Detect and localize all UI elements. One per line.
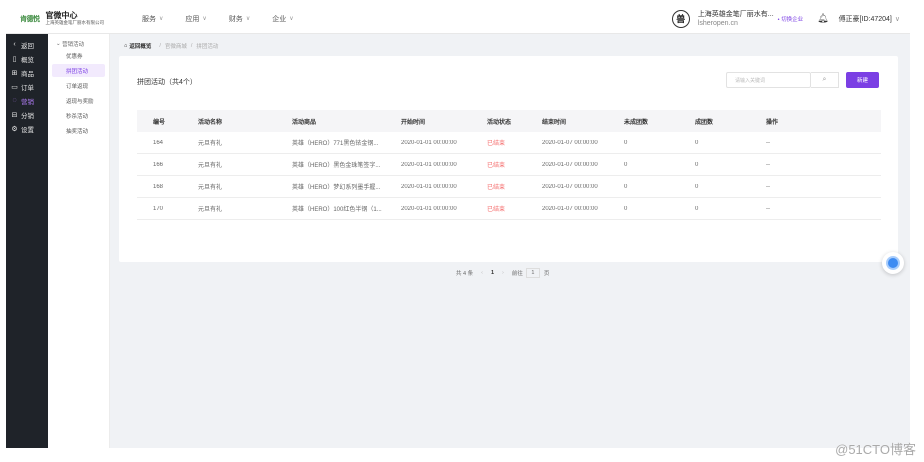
settings-icon: ⚙ <box>11 125 18 133</box>
primary-sidebar: ‹ 返回 ▯ 概览 ⊞ 商品 ▭ 订单 ◌ 营销 ⊟ 分销 ⚙ 设置 <box>6 34 48 448</box>
chevron-down-icon: ∨ <box>894 15 900 23</box>
top-bar: 肯德悦 官微中心 上海英雄金笔厂丽水有限公司 服务 ∨ 应用 ∨ 财务 ∨ 企业 ∨ 兽… <box>6 4 910 34</box>
switch-org-link[interactable]: • 切换企业 <box>778 15 803 23</box>
status-badge: 已结束 <box>487 185 506 191</box>
chevron-down-icon: ∨ <box>245 16 251 22</box>
sidebar-item-goods[interactable]: ⊞ 商品 <box>6 66 48 79</box>
home-icon: ⌂ <box>124 43 128 49</box>
marketing-icon: ◌ <box>12 97 17 104</box>
nav-apps[interactable]: 应用 ∨ <box>185 14 206 24</box>
pagination: 共 4 条 ‹ 1 › 前往 1 页 <box>456 268 557 278</box>
breadcrumb-item[interactable]: 官微商城 <box>165 42 187 50</box>
activity-card: 拼团活动（共4个） 请输入关键词 ⌕ 新建 编号 活动名称 活动商品 开始时间 … <box>119 56 898 278</box>
nav-service[interactable]: 服务 ∨ <box>142 14 163 24</box>
sidebar-item-flash-sale[interactable]: 秒杀活动 <box>52 109 105 122</box>
org-name: 上海英雄金笔厂丽水有... <box>697 10 774 18</box>
brand[interactable]: 肯德悦 官微中心 上海英雄金笔厂丽水有限公司 <box>6 11 110 26</box>
order-icon: ▭ <box>11 83 18 91</box>
table-row: 164 元旦有礼 英雄（HERO）771黑色铱金钢... 2020-01-01 … <box>137 132 881 154</box>
back-icon: ‹ <box>13 41 16 48</box>
breadcrumb-item: 拼团活动 <box>196 44 219 50</box>
status-badge: 已结束 <box>487 163 506 169</box>
prev-page-button[interactable]: ‹ <box>481 270 483 276</box>
sidebar-item-back[interactable]: ‹ 返回 <box>6 38 48 51</box>
sidebar-item-order-cashback[interactable]: 订单返现 <box>52 79 105 92</box>
sidebar-item-group-buy[interactable]: 拼团活动 <box>52 64 105 77</box>
sidebar-item-cashback-rewards[interactable]: 返现与奖励 <box>52 94 105 107</box>
new-button[interactable]: 新建 <box>846 72 879 88</box>
search-input[interactable]: 请输入关键词 <box>726 72 811 88</box>
nav-enterprise[interactable]: 企业 ∨ <box>272 14 293 24</box>
sidebar-item-distribution[interactable]: ⊟ 分销 <box>6 108 48 121</box>
page-suffix: 页 <box>543 271 550 277</box>
sidebar-item-marketing[interactable]: ◌ 营销 <box>6 94 48 107</box>
chevron-down-icon: ∨ <box>289 16 294 22</box>
watermark: @51CTO博客 <box>835 442 916 457</box>
pagination-total: 共 4 条 <box>456 271 474 277</box>
table-row: 170 元旦有礼 英雄（HERO）100红色半钢（1... 2020-01-01… <box>137 198 881 220</box>
table-header: 编号 活动名称 活动商品 开始时间 活动状态 结束时间 未成团数 成团数 操作 <box>137 110 881 132</box>
bell-icon[interactable]: 🔔︎ <box>817 13 828 24</box>
goto-page-input[interactable]: 1 <box>525 268 540 278</box>
sidebar-item-settings[interactable]: ⚙ 设置 <box>6 122 48 135</box>
customer-service-icon <box>886 256 900 270</box>
brand-logo: 肯德悦 <box>20 15 40 23</box>
sidebar-item-lottery[interactable]: 抽奖活动 <box>52 124 105 137</box>
next-page-button[interactable]: › <box>502 270 504 276</box>
company-short-name: 上海英雄金笔厂丽水有限公司 <box>45 20 105 25</box>
app-title: 官微中心 <box>45 11 78 20</box>
search-icon: ⌕ <box>822 76 827 83</box>
search-button[interactable]: ⌕ <box>811 72 839 88</box>
distribution-icon: ⊟ <box>11 111 18 119</box>
help-float-button[interactable] <box>882 252 904 274</box>
goods-icon: ⊞ <box>11 69 18 77</box>
chevron-down-icon: ∨ <box>202 16 207 22</box>
chevron-down-icon: ∨ <box>159 16 164 22</box>
activity-table: 编号 活动名称 活动商品 开始时间 活动状态 结束时间 未成团数 成团数 操作 … <box>137 110 881 220</box>
status-badge: 已结束 <box>487 207 506 213</box>
user-menu[interactable]: 傅正豪[ID:47204] ∨ <box>839 14 900 24</box>
breadcrumb: ⌂ 返回概览 / 官微商城 / 拼团活动 <box>124 42 219 50</box>
org-seal-icon: 兽 <box>671 9 690 28</box>
table-row: 166 元旦有礼 英雄（HERO）黑色金珠笔签字... 2020-01-01 0… <box>137 154 881 176</box>
status-badge: 已结束 <box>487 141 506 147</box>
current-page[interactable]: 1 <box>491 270 494 276</box>
overview-icon: ▯ <box>12 55 17 63</box>
main-content: ⌂ 返回概览 / 官微商城 / 拼团活动 拼团活动（共4个） 请输入关键词 ⌕ … <box>110 34 910 448</box>
org-domain: lsheropen.cn <box>697 19 738 27</box>
sidebar-item-overview[interactable]: ▯ 概览 <box>6 52 48 65</box>
breadcrumb-home[interactable]: 返回概览 <box>129 42 151 50</box>
sidebar-item-orders[interactable]: ▭ 订单 <box>6 80 48 93</box>
table-row: 168 元旦有礼 英雄（HERO）梦幻系列墨手握... 2020-01-01 0… <box>137 176 881 198</box>
sidebar-group-title[interactable]: ⌄ 营销活动 <box>48 38 109 49</box>
nav-finance[interactable]: 财务 ∨ <box>229 14 250 24</box>
secondary-sidebar: ⌄ 营销活动 优惠券 拼团活动 订单返现 返现与奖励 秒杀活动 抽奖活动 <box>48 34 110 448</box>
goto-label: 前往 <box>511 271 523 277</box>
page-title: 拼团活动（共4个） <box>137 79 197 86</box>
sidebar-item-coupons[interactable]: 优惠券 <box>52 49 105 62</box>
top-nav: 服务 ∨ 应用 ∨ 财务 ∨ 企业 ∨ <box>142 14 316 24</box>
